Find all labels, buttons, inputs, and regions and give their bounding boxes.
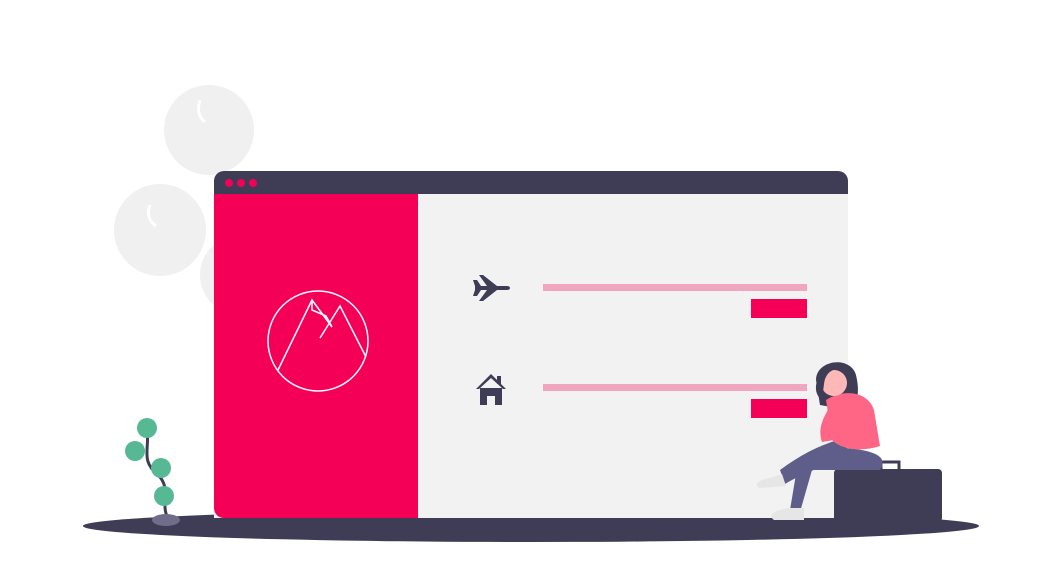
window-dot-maximize[interactable] [249, 179, 257, 187]
window-dot-minimize[interactable] [237, 179, 245, 187]
suitcase [834, 460, 942, 522]
home-button[interactable] [751, 399, 807, 418]
flight-button[interactable] [751, 299, 807, 318]
illustration [83, 85, 979, 542]
home-input-line[interactable] [543, 384, 807, 391]
sidebar [214, 194, 418, 518]
flight-input-line[interactable] [543, 284, 807, 291]
plant-decoration [125, 418, 180, 526]
window-dot-close[interactable] [225, 179, 233, 187]
